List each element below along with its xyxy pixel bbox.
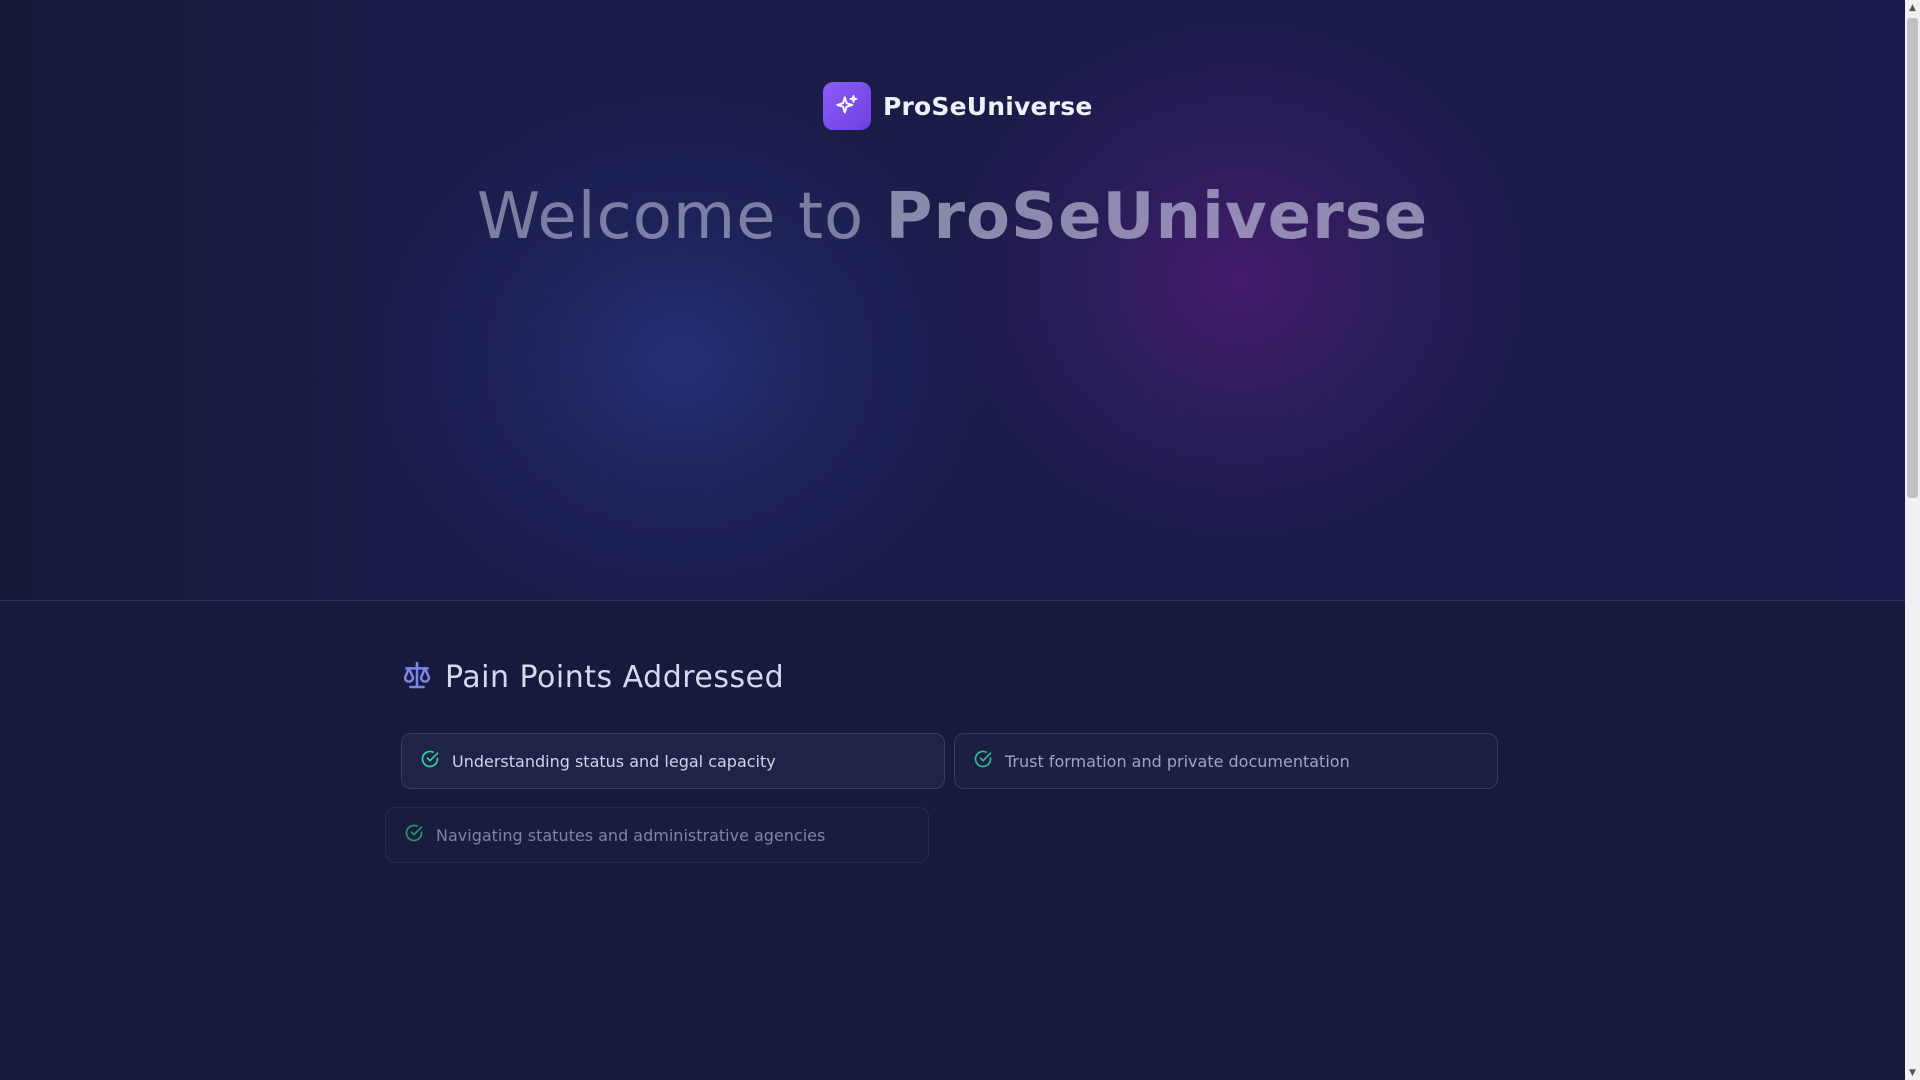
section-header: Pain Points Addressed (401, 659, 784, 695)
section-title: Pain Points Addressed (445, 659, 785, 695)
pain-point-label: Navigating statutes and administrative a… (436, 825, 826, 845)
check-circle-icon (420, 749, 440, 773)
pain-points-section: Pain Points Addressed Understanding stat… (0, 601, 1905, 1080)
scrollbar-thumb[interactable] (1907, 18, 1918, 498)
scroll-up-icon[interactable]: ▲ (1905, 0, 1920, 15)
pain-point-card: Understanding status and legal capacity (401, 733, 945, 789)
check-circle-icon (404, 823, 424, 847)
brand[interactable]: ProSeUniverse (823, 82, 1092, 130)
hero-title-emphasis: ProSeUniverse (885, 180, 1429, 254)
scale-icon (401, 659, 433, 695)
pain-point-label: Understanding status and legal capacity (452, 751, 776, 771)
hero-section: ProSeUniverse Welcome to ProSeUniverse (0, 0, 1905, 601)
pain-point-card: Trust formation and private documentatio… (954, 733, 1498, 789)
brand-name: ProSeUniverse (883, 91, 1093, 121)
pain-point-card: Navigating statutes and administrative a… (385, 807, 929, 863)
page: ProSeUniverse Welcome to ProSeUniverse P… (0, 0, 1905, 1080)
hero-title: Welcome to ProSeUniverse (0, 180, 1905, 254)
check-circle-icon (973, 749, 993, 773)
scroll-down-icon[interactable]: ▼ (1905, 1065, 1920, 1080)
page-scrollbar[interactable]: ▲ ▼ (1905, 0, 1920, 1080)
sparkles-icon (823, 82, 871, 130)
hero-title-prefix: Welcome to (476, 180, 886, 254)
pain-point-label: Trust formation and private documentatio… (1005, 751, 1350, 771)
